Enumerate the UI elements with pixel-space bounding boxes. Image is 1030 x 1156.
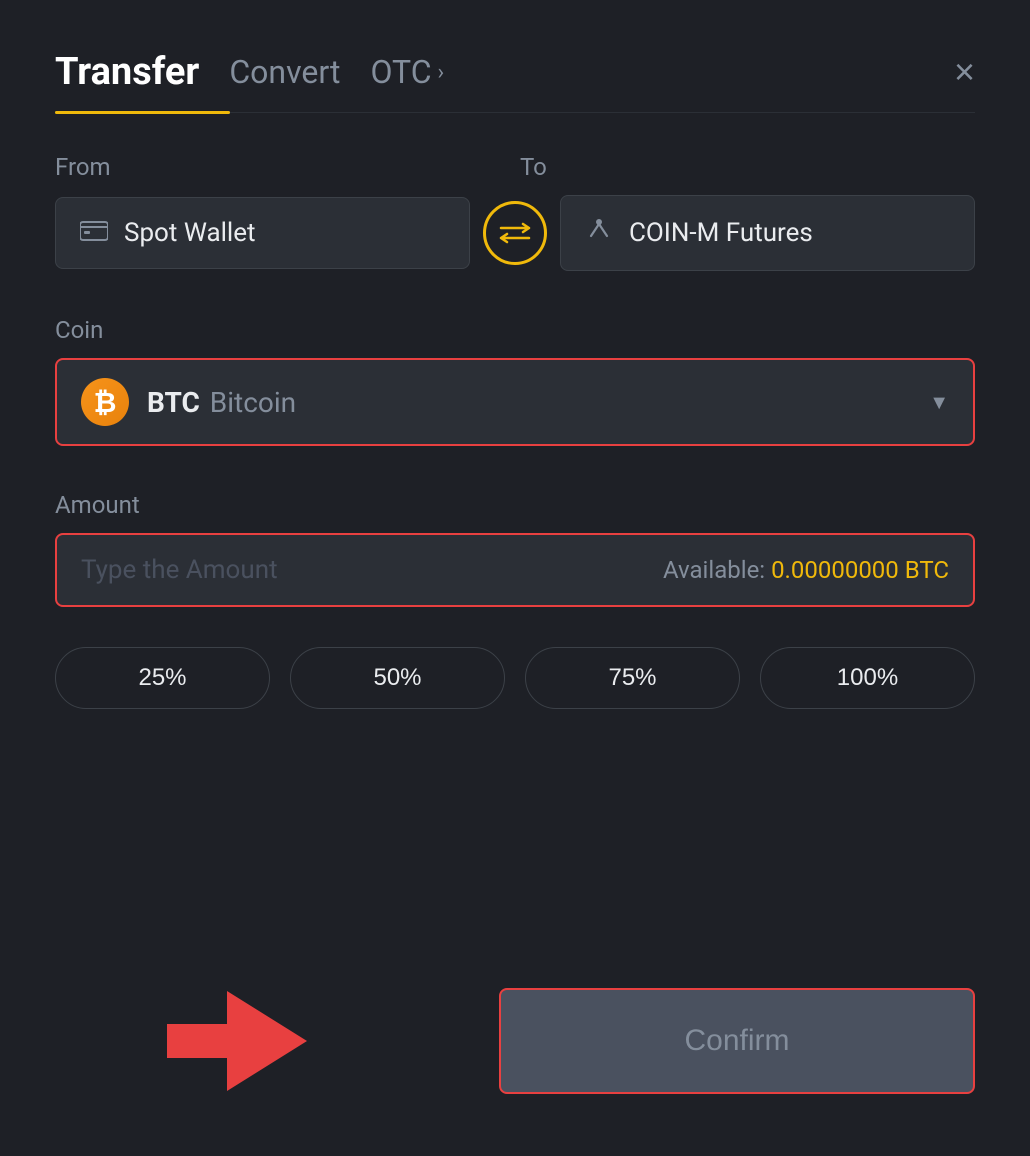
amount-available: Available: 0.00000000 BTC	[663, 556, 949, 584]
bottom-section: Confirm	[55, 976, 975, 1106]
tab-convert[interactable]: Convert	[229, 53, 340, 91]
from-label: From	[55, 153, 510, 181]
amount-label: Amount	[55, 491, 975, 519]
amount-section: Amount Type the Amount Available: 0.0000…	[55, 491, 975, 607]
coin-section: Coin ₿ BTC Bitcoin ▼	[55, 316, 975, 446]
tab-underline-container	[55, 112, 975, 113]
amount-input-box[interactable]: Type the Amount Available: 0.00000000 BT…	[55, 533, 975, 607]
confirm-button[interactable]: Confirm	[499, 988, 975, 1094]
coin-fullname: Bitcoin	[210, 386, 296, 419]
tab-underline-active	[55, 111, 230, 114]
tab-otc[interactable]: OTC ›	[370, 53, 444, 91]
dropdown-arrow-icon: ▼	[929, 390, 949, 415]
percent-25-button[interactable]: 25%	[55, 647, 270, 709]
swap-btn-container	[470, 201, 560, 265]
percent-75-button[interactable]: 75%	[525, 647, 740, 709]
to-wallet-select[interactable]: COIN-M Futures	[560, 195, 975, 271]
percent-50-button[interactable]: 50%	[290, 647, 505, 709]
to-wallet-label: COIN-M Futures	[629, 218, 813, 248]
close-button[interactable]: ×	[954, 54, 975, 90]
futures-icon	[585, 216, 613, 250]
btc-icon: ₿	[81, 378, 129, 426]
from-wallet-select[interactable]: Spot Wallet	[55, 197, 470, 269]
tab-transfer[interactable]: Transfer	[55, 50, 199, 94]
from-to-section: From To Spot Wallet	[55, 153, 975, 271]
coin-label: Coin	[55, 316, 975, 344]
from-wallet-label: Spot Wallet	[124, 218, 256, 248]
modal-header: Transfer Convert OTC › ×	[55, 50, 975, 94]
from-to-inputs: Spot Wallet COIN	[55, 195, 975, 271]
to-label: To	[510, 153, 975, 181]
available-value: 0.00000000 BTC	[771, 556, 949, 584]
coin-select-dropdown[interactable]: ₿ BTC Bitcoin ▼	[55, 358, 975, 446]
chevron-right-icon: ›	[438, 60, 445, 85]
percent-100-button[interactable]: 100%	[760, 647, 975, 709]
transfer-modal: Transfer Convert OTC › × From To	[0, 0, 1030, 1156]
swap-button[interactable]	[483, 201, 547, 265]
percent-buttons: 25% 50% 75% 100%	[55, 647, 975, 709]
coin-symbol: BTC	[147, 386, 200, 419]
from-to-labels: From To	[55, 153, 975, 181]
red-arrow-icon	[167, 976, 367, 1106]
arrow-container	[55, 976, 499, 1106]
amount-placeholder: Type the Amount	[81, 555, 278, 585]
wallet-icon	[80, 219, 108, 247]
